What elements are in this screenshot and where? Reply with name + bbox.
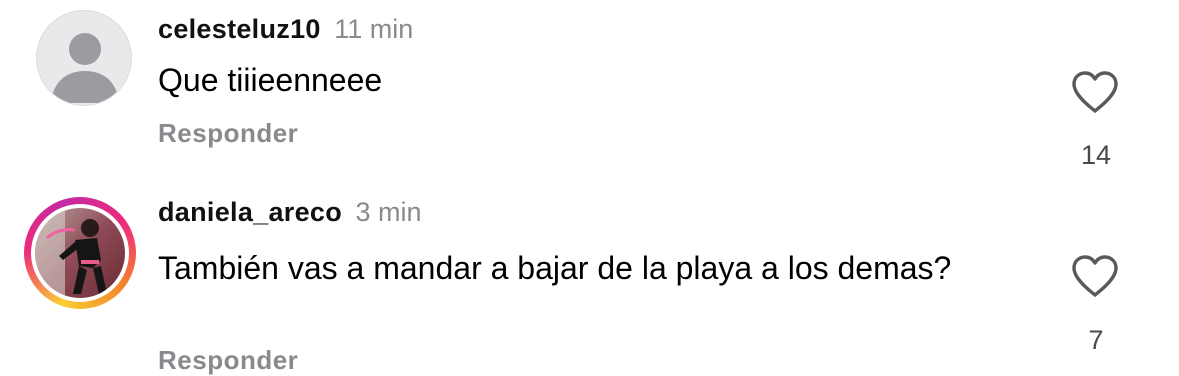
like-button[interactable] — [1070, 254, 1120, 298]
comment-text: También vas a mandar a bajar de la playa… — [158, 250, 952, 286]
reply-button[interactable]: Responder — [158, 118, 298, 149]
like-count: 7 — [1088, 325, 1104, 355]
comment-text: Que tiiieenneee — [158, 62, 383, 98]
username[interactable]: celesteluz10 — [158, 14, 321, 44]
reply-button[interactable]: Responder — [158, 345, 298, 376]
timestamp: 11 min — [334, 14, 414, 44]
username[interactable]: daniela_areco — [158, 197, 342, 227]
avatar[interactable] — [31, 204, 129, 302]
timestamp: 3 min — [355, 197, 422, 227]
like-count: 14 — [1080, 140, 1112, 170]
comment-meta: daniela_areco 3 min — [158, 197, 422, 228]
profile-photo — [35, 208, 125, 298]
comment-meta: celesteluz10 11 min — [158, 14, 413, 45]
default-avatar-icon — [51, 33, 119, 103]
heart-outline-icon — [1072, 255, 1118, 297]
like-button[interactable] — [1070, 70, 1120, 114]
comment-item: celesteluz10 11 min Que tiiieenneee Resp… — [0, 0, 1179, 180]
comment-item: daniela_areco 3 min También vas a mandar… — [0, 180, 1179, 376]
avatar[interactable] — [36, 10, 132, 106]
heart-outline-icon — [1072, 71, 1118, 113]
